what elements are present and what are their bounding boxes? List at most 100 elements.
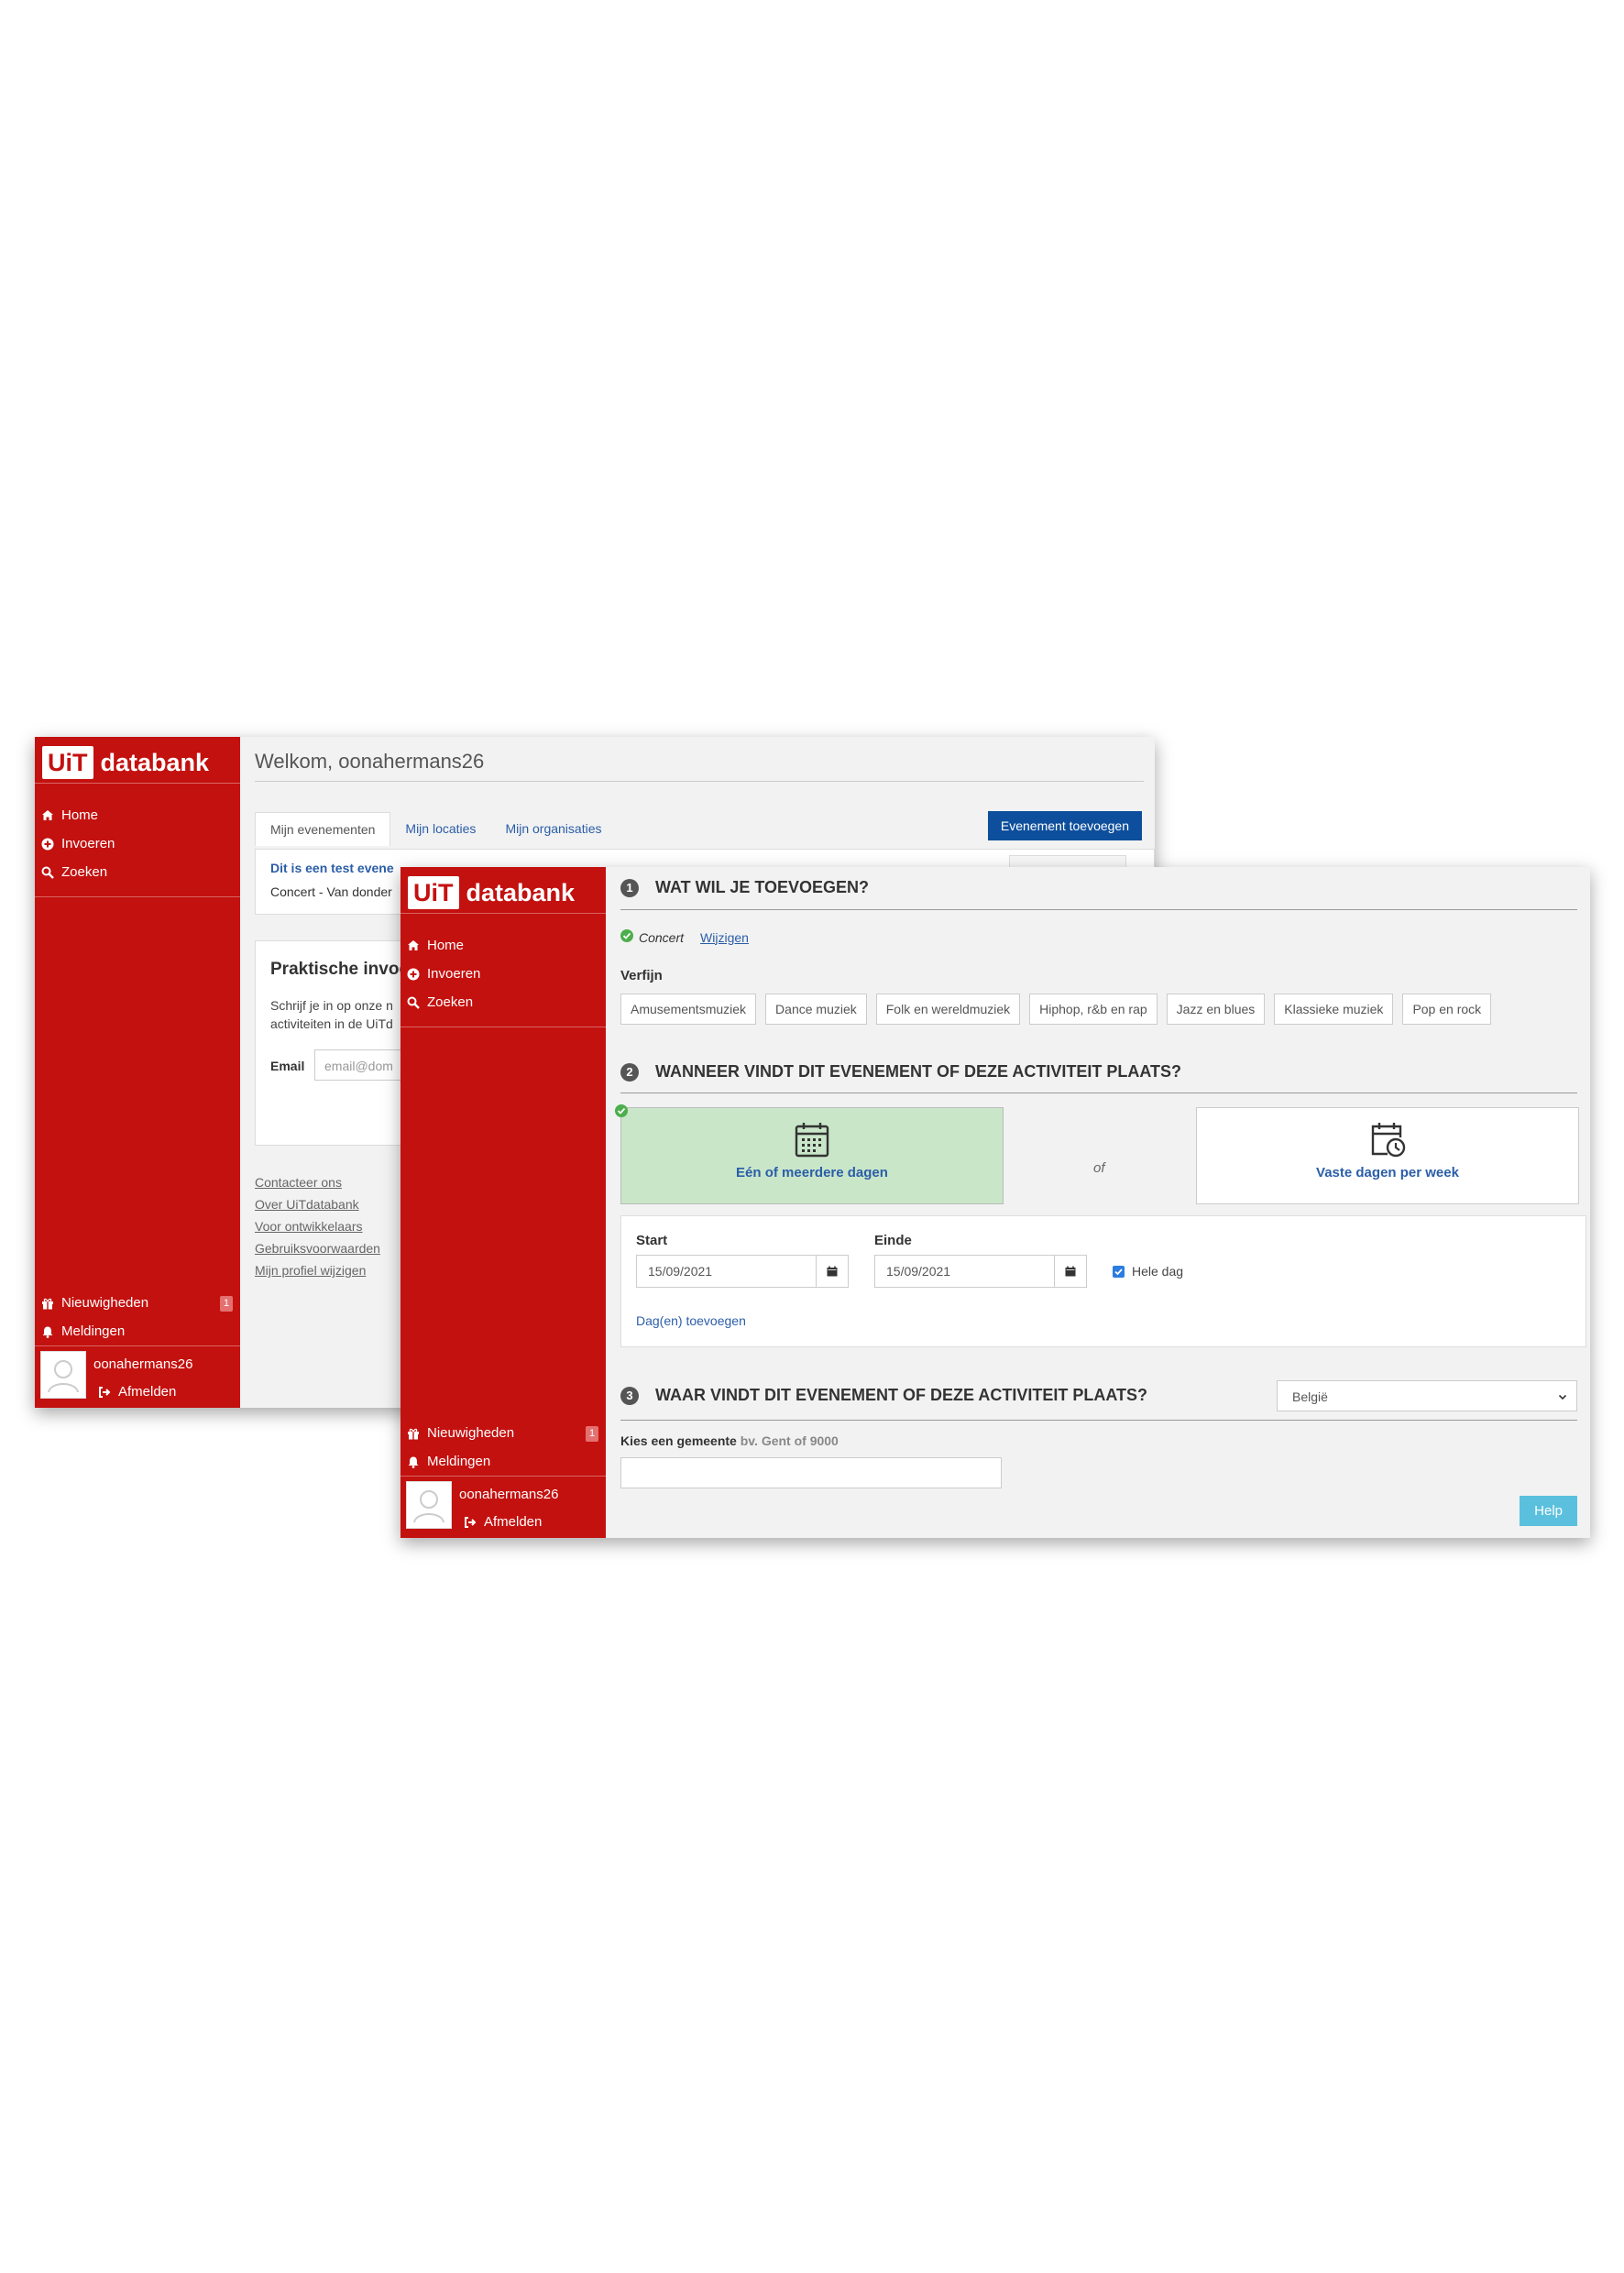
nav-home[interactable]: Home: [40, 801, 115, 829]
footer-link-contact[interactable]: Contacteer ons: [255, 1171, 380, 1193]
municipality-label-text: Kies een gemeente: [620, 1433, 737, 1448]
start-date-field[interactable]: 15/09/2021: [636, 1255, 849, 1288]
refine-chip[interactable]: Hiphop, r&b en rap: [1029, 994, 1158, 1025]
nav-zoeken-label: Zoeken: [61, 864, 108, 880]
step-title: WANNEER VINDT DIT EVENEMENT OF DEZE ACTI…: [655, 1062, 1182, 1081]
main-content: 1 WAT WIL JE TOEVOEGEN? Concert Wijzigen…: [606, 867, 1590, 1538]
refine-chip[interactable]: Jazz en blues: [1166, 994, 1266, 1025]
nav-invoeren[interactable]: Invoeren: [406, 960, 480, 988]
footer-link-about[interactable]: Over UiTdatabank: [255, 1193, 380, 1215]
check-icon: [620, 929, 633, 945]
home-icon: [40, 808, 54, 822]
home-icon: [406, 939, 420, 952]
add-days-link[interactable]: Dag(en) toevoegen: [636, 1313, 746, 1328]
footer-link-profile[interactable]: Mijn profiel wijzigen: [255, 1259, 380, 1281]
footer-links: Contacteer ons Over UiTdatabank Voor ont…: [255, 1171, 380, 1281]
user-panel: oonahermans26 Afmelden: [40, 1351, 235, 1402]
search-icon: [40, 865, 54, 879]
option-label: Vaste dagen per week: [1316, 1165, 1459, 1180]
refine-chip[interactable]: Dance muziek: [765, 994, 867, 1025]
logo-badge: UiT: [42, 746, 93, 779]
option-one-or-more-days[interactable]: Eén of meerdere dagen: [620, 1107, 1004, 1204]
step-title: WAAR VINDT DIT EVENEMENT OF DEZE ACTIVIT…: [655, 1386, 1148, 1404]
card-text: Schrijf je in op onze n: [270, 998, 393, 1013]
tab-mijn-evenementen[interactable]: Mijn evenementen: [255, 812, 391, 846]
municipality-input[interactable]: [620, 1457, 1002, 1488]
logo-text: databank: [100, 748, 210, 776]
country-value: België: [1292, 1389, 1328, 1404]
divider: [35, 1345, 240, 1346]
nav-home[interactable]: Home: [406, 931, 480, 960]
calendar-icon: [792, 1119, 832, 1159]
step-number: 1: [620, 878, 639, 897]
event-subtitle: Concert - Van donder: [270, 884, 392, 899]
logout-link[interactable]: Afmelden: [97, 1384, 176, 1400]
footer-link-developers[interactable]: Voor ontwikkelaars: [255, 1215, 380, 1237]
refine-chip[interactable]: Folk en wereldmuziek: [875, 994, 1021, 1025]
add-event-button[interactable]: Evenement toevoegen: [987, 811, 1142, 840]
card-title: Praktische invoe: [270, 960, 410, 979]
refine-chip[interactable]: Pop en rock: [1402, 994, 1492, 1025]
date-range-panel: Start 15/09/2021 Einde 15/09/2021 Hele d…: [620, 1215, 1586, 1347]
calendar-icon[interactable]: [816, 1256, 848, 1287]
logo[interactable]: UiT databank: [408, 874, 575, 911]
or-separator: of: [1093, 1160, 1105, 1176]
plus-circle-icon: [40, 837, 54, 851]
nav-home-label: Home: [427, 938, 465, 953]
username: oonahermans26: [459, 1487, 559, 1502]
divider: [35, 896, 240, 897]
nav-nieuwigheden[interactable]: Nieuwigheden 1: [406, 1419, 600, 1447]
logout-link[interactable]: Afmelden: [463, 1514, 542, 1530]
nav-nieuwigheden-label: Nieuwigheden: [427, 1425, 515, 1441]
start-date-value: 15/09/2021: [648, 1264, 713, 1279]
main-nav: Home Invoeren Zoeken: [406, 931, 480, 1016]
avatar[interactable]: [40, 1351, 86, 1399]
nav-meldingen[interactable]: Meldingen: [40, 1317, 235, 1345]
notification-badge: 1: [220, 1296, 233, 1312]
divider: [255, 781, 1144, 782]
end-date-value: 15/09/2021: [886, 1264, 951, 1279]
tab-mijn-locaties[interactable]: Mijn locaties: [390, 812, 490, 846]
step-number: 2: [620, 1062, 639, 1082]
nav-meldingen[interactable]: Meldingen: [406, 1447, 600, 1476]
event-title-link[interactable]: Dit is een test evene: [270, 861, 394, 875]
divider: [401, 1476, 606, 1477]
tab-mijn-organisaties[interactable]: Mijn organisaties: [490, 812, 616, 846]
logout-label: Afmelden: [484, 1514, 543, 1530]
municipality-hint: bv. Gent of 9000: [740, 1433, 839, 1448]
nav-zoeken[interactable]: Zoeken: [406, 988, 480, 1016]
nav-invoeren-label: Invoeren: [427, 966, 481, 982]
sidebar: UiT databank Home Invoeren Zoeken Nieuwi…: [401, 867, 606, 1538]
tabs: Mijn evenementen Mijn locaties Mijn orga…: [255, 812, 617, 846]
calendar-clock-icon: [1367, 1119, 1408, 1159]
option-label: Eén of meerdere dagen: [736, 1165, 888, 1180]
sidebar: UiT databank Home Invoeren Zoeken Nieuwi…: [35, 737, 240, 1408]
refine-chip[interactable]: Klassieke muziek: [1274, 994, 1394, 1025]
nav-meldingen-label: Meldingen: [427, 1454, 491, 1469]
nav-nieuwigheden[interactable]: Nieuwigheden 1: [40, 1289, 235, 1317]
bottom-nav: Nieuwigheden 1 Meldingen: [406, 1419, 600, 1476]
country-select[interactable]: België: [1277, 1380, 1577, 1411]
card-text: activiteiten in de UiTd: [270, 1016, 393, 1031]
option-fixed-weekdays[interactable]: Vaste dagen per week: [1196, 1107, 1579, 1204]
step-title: WAT WIL JE TOEVOEGEN?: [655, 878, 870, 896]
nav-zoeken[interactable]: Zoeken: [40, 858, 115, 886]
search-icon: [406, 995, 420, 1009]
calendar-icon[interactable]: [1054, 1256, 1086, 1287]
logo[interactable]: UiT databank: [42, 744, 209, 781]
all-day-checkbox[interactable]: Hele dag: [1113, 1264, 1183, 1279]
refine-label: Verfijn: [620, 968, 663, 983]
email-label: Email: [270, 1059, 305, 1073]
avatar[interactable]: [406, 1481, 452, 1529]
end-date-field[interactable]: 15/09/2021: [874, 1255, 1087, 1288]
nav-meldingen-label: Meldingen: [61, 1323, 126, 1339]
divider: [620, 909, 1577, 910]
refine-chip[interactable]: Amusementsmuziek: [620, 994, 757, 1025]
logo-text: databank: [466, 878, 576, 906]
checkbox-checked-icon: [1113, 1265, 1125, 1278]
footer-link-terms[interactable]: Gebruiksvoorwaarden: [255, 1237, 380, 1259]
change-link[interactable]: Wijzigen: [700, 930, 749, 945]
plus-circle-icon: [406, 967, 420, 981]
help-button[interactable]: Help: [1520, 1496, 1577, 1526]
nav-invoeren[interactable]: Invoeren: [40, 829, 115, 858]
